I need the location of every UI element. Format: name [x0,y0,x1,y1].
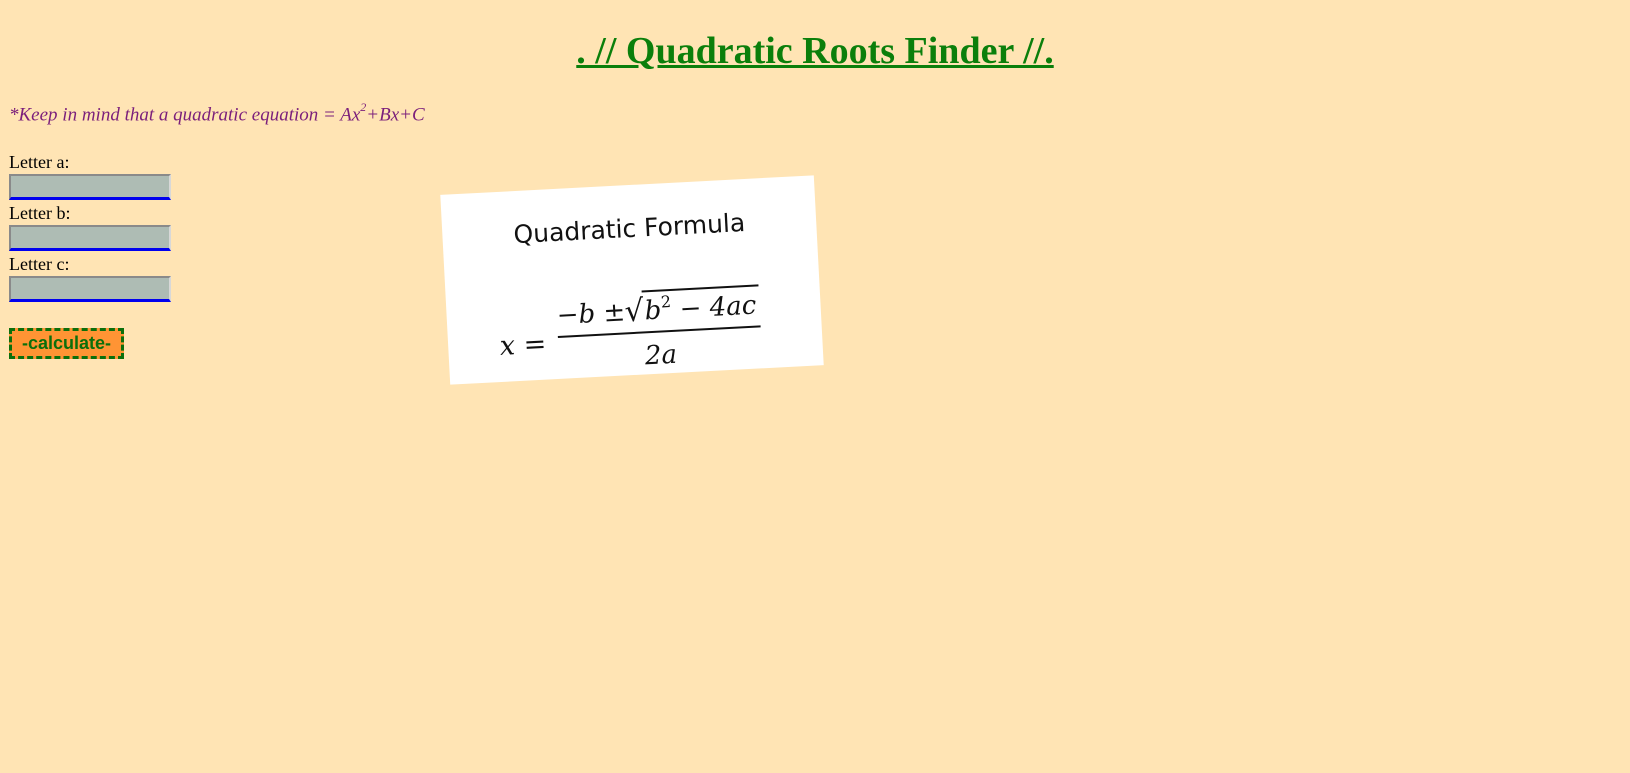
equation-hint: *Keep in mind that a quadratic equation … [9,100,425,126]
hint-suffix: +Bx+C [366,104,425,126]
formula-heading: Quadratic Formula [513,208,746,249]
quadratic-formula-graphic: Quadratic Formula x = −b ± √ b2 − 4ac 2a [499,208,761,372]
radical-sign: √ [624,293,646,329]
formula-radicand: b2 − 4ac [644,288,758,327]
letter-c-input[interactable] [9,276,171,302]
calculate-button[interactable]: -calculate- [9,328,124,359]
radicand-b: b [644,296,662,327]
letter-a-label: Letter a: [9,152,70,172]
hint-exponent: 2 [360,100,367,114]
hint-prefix: *Keep in mind that a quadratic equation … [9,104,361,126]
page: . // Quadratic Roots Finder //. *Keep in… [0,0,1630,773]
quadratic-formula-image: Quadratic Formula x = −b ± √ b2 − 4ac 2a [440,175,824,385]
letter-b-input[interactable] [9,225,171,251]
formula-numerator-prefix: −b ± [556,297,626,331]
page-title: . // Quadratic Roots Finder //. [576,30,1054,72]
radicand-rest: − 4ac [671,291,758,325]
formula-lhs: x = [499,329,547,362]
letter-a-input[interactable] [9,174,171,200]
letter-c-label: Letter c: [9,254,70,274]
letter-b-label: Letter b: [9,203,71,223]
formula-denominator: 2a [643,340,678,372]
